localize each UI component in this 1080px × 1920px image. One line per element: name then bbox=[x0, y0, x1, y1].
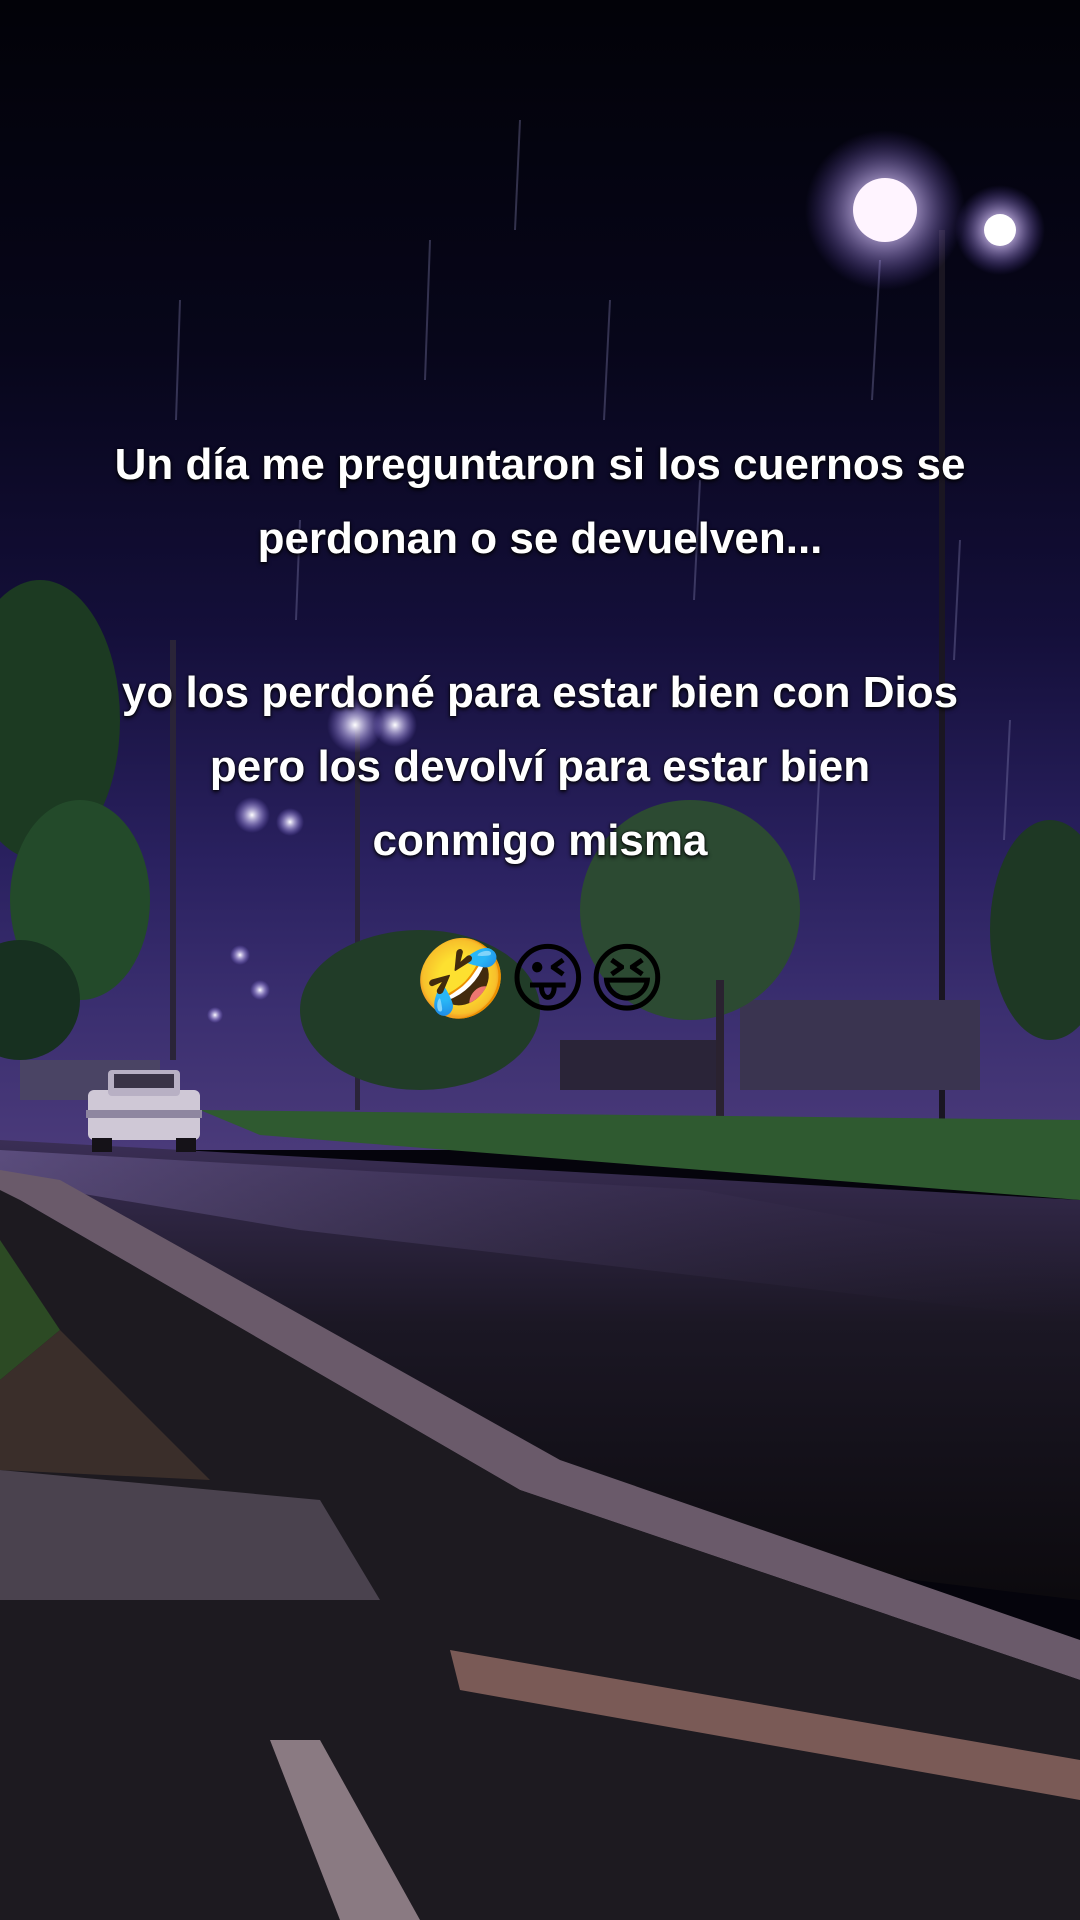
video-frame: Un día me preguntaron si los cuernos se … bbox=[0, 0, 1080, 1920]
emoji-reaction: 🤣😜😆 bbox=[413, 937, 667, 1022]
caption-line: conmigo misma bbox=[372, 816, 708, 865]
caption-question: Un día me preguntaron si los cuernos se … bbox=[40, 428, 1040, 576]
caption-line: Un día me preguntaron si los cuernos se bbox=[114, 440, 966, 489]
caption-line: perdonan o se devuelven... bbox=[257, 514, 823, 563]
caption-line: yo los perdoné para estar bien con Dios bbox=[121, 668, 959, 717]
caption-line: pero los devolví para estar bien bbox=[209, 742, 871, 791]
caption-answer: yo los perdoné para estar bien con Dios … bbox=[40, 656, 1040, 878]
